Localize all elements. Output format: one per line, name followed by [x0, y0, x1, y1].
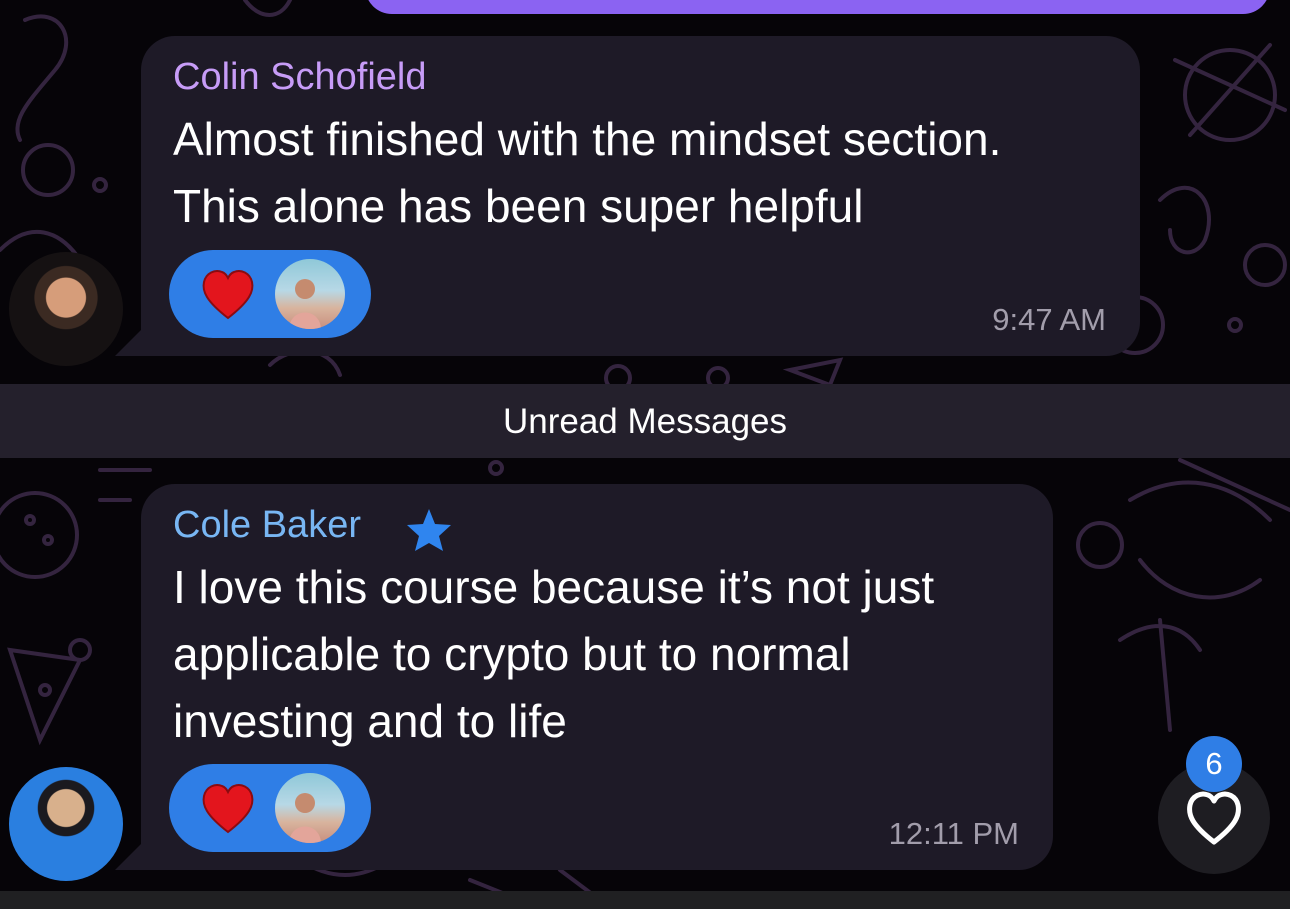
own-message-bubble[interactable]: [365, 0, 1270, 14]
avatar[interactable]: [9, 252, 123, 366]
sender-name[interactable]: Colin Schofield: [173, 56, 426, 99]
bottom-bar: [0, 891, 1290, 909]
reactor-avatar: [275, 259, 345, 329]
reaction-chip[interactable]: [169, 250, 371, 338]
red-heart-icon: [202, 784, 254, 834]
message-timestamp: 9:47 AM: [992, 302, 1106, 337]
message-bubble[interactable]: Cole Baker I love this course because it…: [141, 484, 1053, 870]
message-text: Almost finished with the mindset section…: [173, 113, 1002, 232]
red-heart-icon: [202, 270, 254, 320]
unread-divider-label: Unread Messages: [502, 402, 788, 441]
message-text: I love this course because it’s not just…: [173, 561, 935, 747]
heart-outline-icon: [1187, 791, 1241, 845]
sender-name[interactable]: Cole Baker: [173, 504, 361, 547]
avatar[interactable]: [9, 767, 123, 881]
message-bubble[interactable]: Colin Schofield Almost finished with the…: [141, 36, 1140, 356]
reaction-chip[interactable]: [169, 764, 371, 852]
reactor-avatar: [275, 773, 345, 843]
unread-divider: Unread Messages: [0, 384, 1290, 458]
star-icon: [407, 509, 451, 551]
unread-reactions-badge: 6: [1186, 736, 1242, 792]
message-timestamp: 12:11 PM: [888, 816, 1019, 851]
